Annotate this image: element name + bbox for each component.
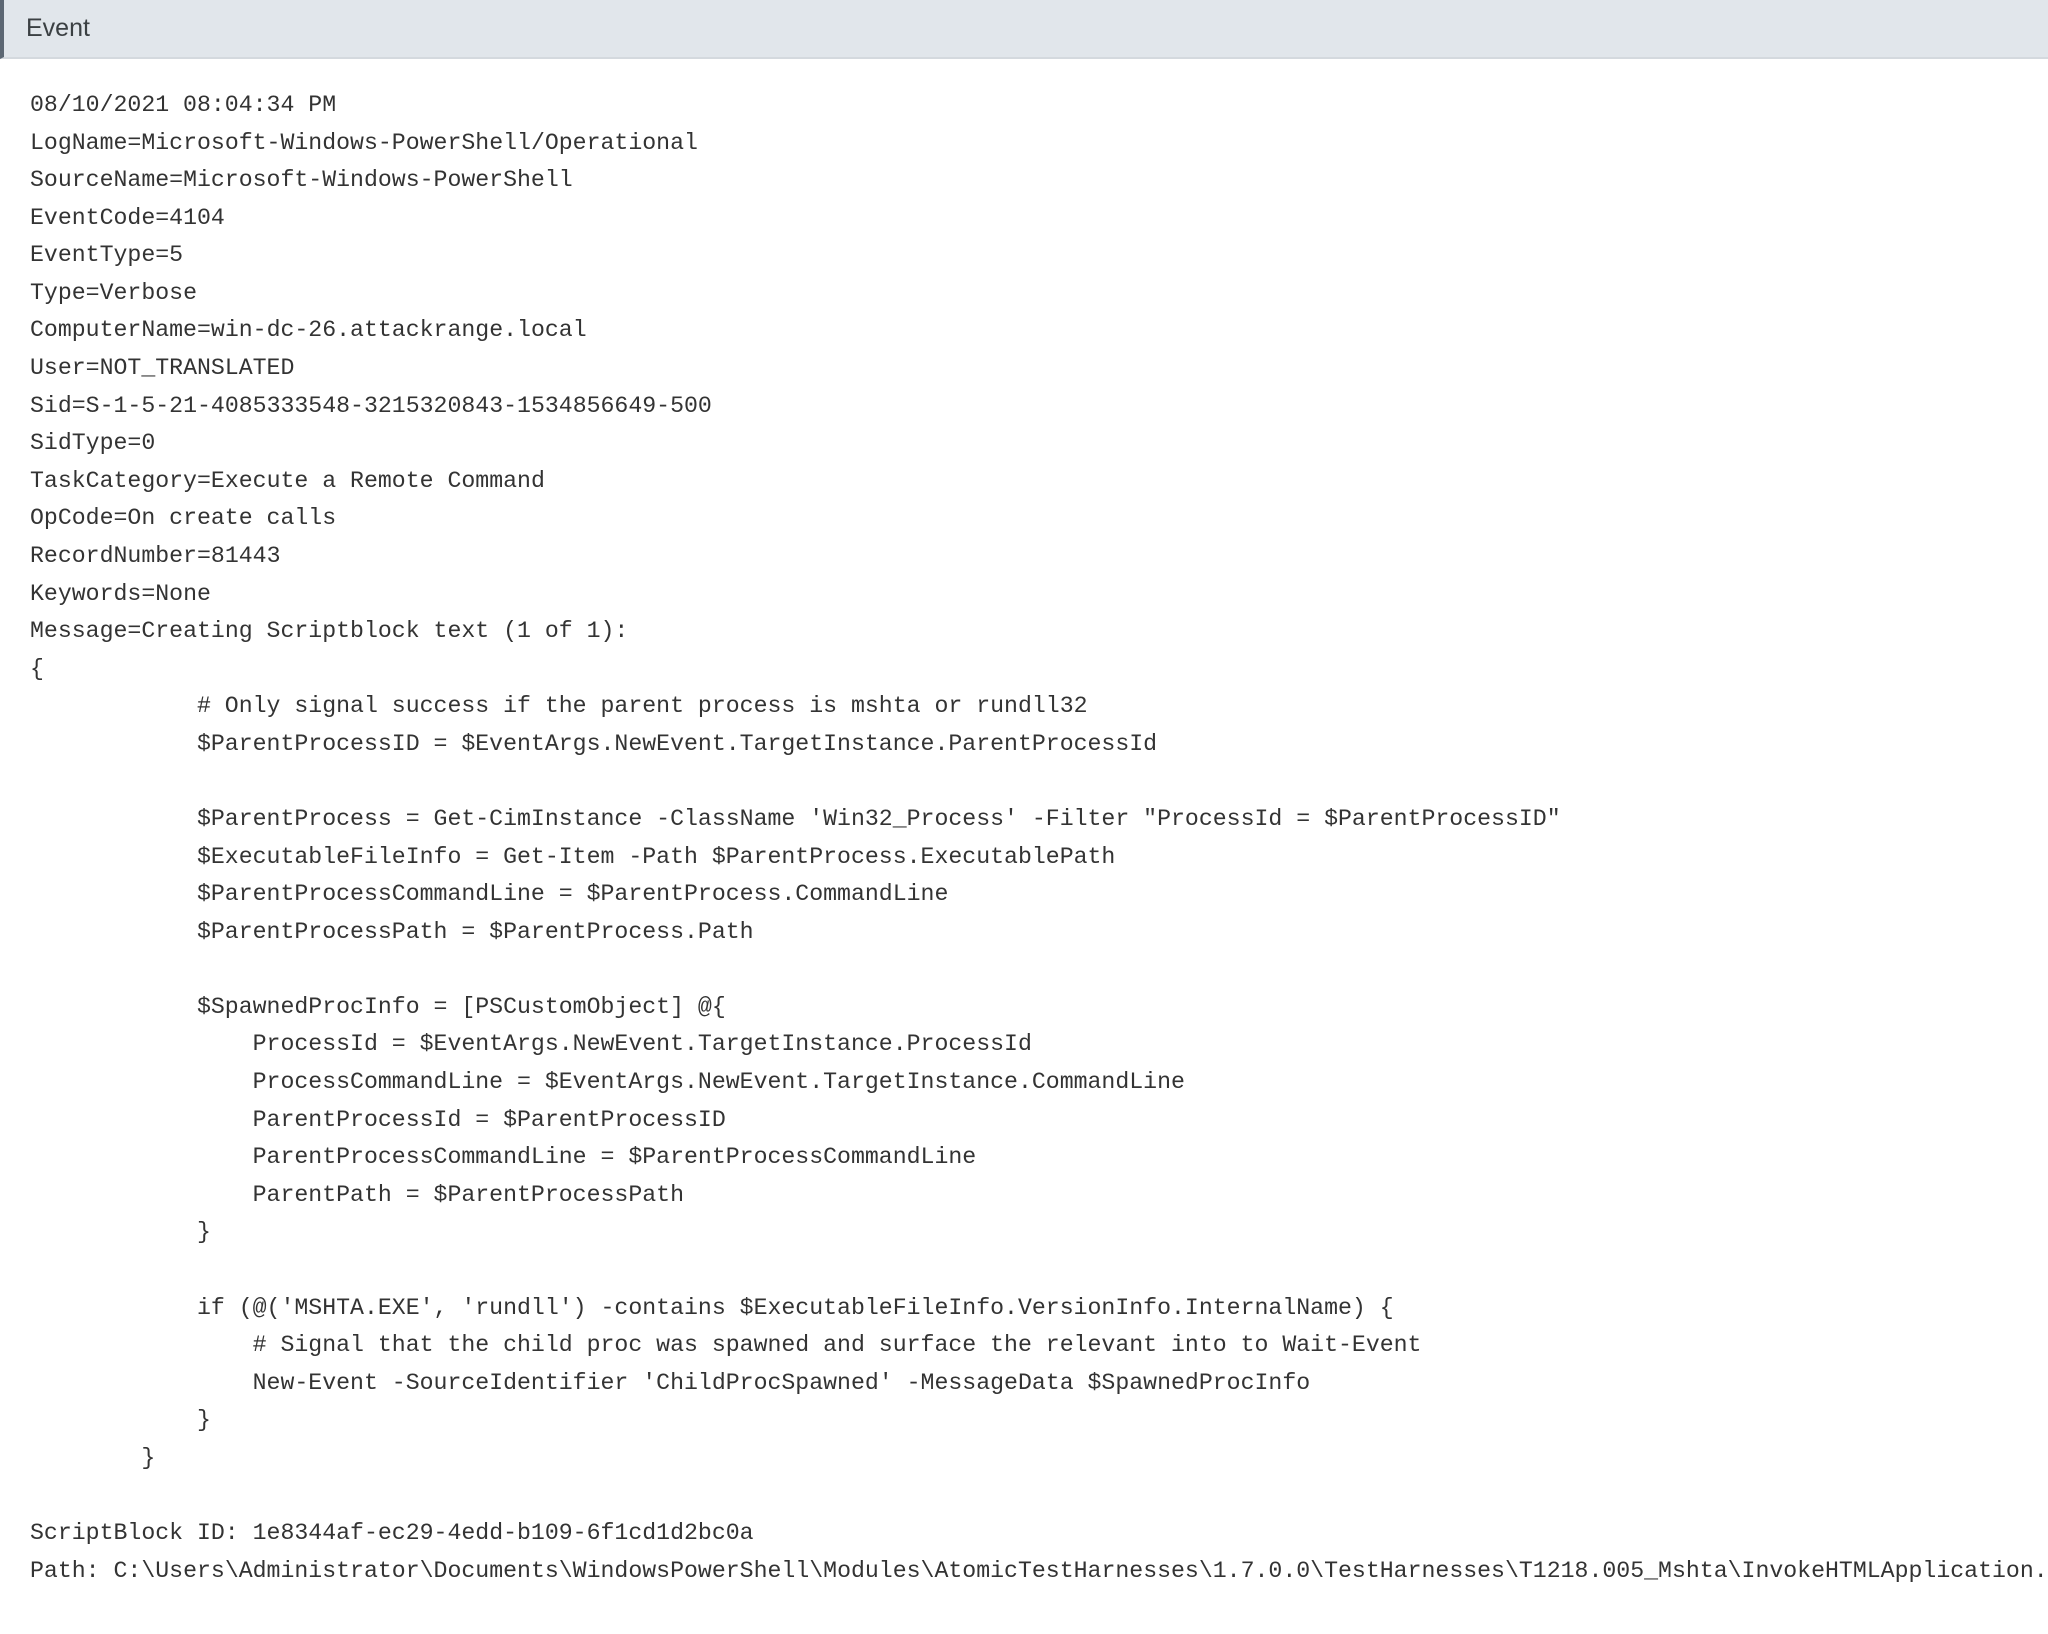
script-open-brace: { (30, 656, 44, 682)
field-recordnumber: 81443 (211, 543, 281, 569)
field-user: NOT_TRANSLATED (100, 355, 295, 381)
event-body: 08/10/2021 08:04:34 PM LogName=Microsoft… (0, 59, 2048, 1590)
field-eventtype: 5 (169, 242, 183, 268)
script-line: } (30, 1445, 155, 1471)
field-path: C:\Users\Administrator\Documents\Windows… (114, 1558, 2048, 1584)
field-sidtype: 0 (141, 430, 155, 456)
field-opcode: On create calls (127, 505, 336, 531)
field-eventcode: 4104 (169, 205, 225, 231)
script-line: if (@('MSHTA.EXE', 'rundll') -contains $… (30, 1295, 1394, 1321)
event-panel-header[interactable]: Event (0, 0, 2048, 59)
script-line: } (30, 1219, 211, 1245)
script-line: # Only signal success if the parent proc… (30, 693, 1088, 719)
event-timestamp: 08/10/2021 08:04:34 PM (30, 92, 336, 118)
field-type: Verbose (100, 280, 197, 306)
field-scriptblockid: 1e8344af-ec29-4edd-b109-6f1cd1d2bc0a (253, 1520, 754, 1546)
field-sid: S-1-5-21-4085333548-3215320843-153485664… (86, 393, 712, 419)
script-line: ProcessId = $EventArgs.NewEvent.TargetIn… (30, 1031, 1032, 1057)
field-taskcategory: Execute a Remote Command (211, 468, 545, 494)
script-line: $ParentProcessID = $EventArgs.NewEvent.T… (30, 731, 1157, 757)
script-line: } (30, 1407, 211, 1433)
script-line: $ParentProcessCommandLine = $ParentProce… (30, 881, 948, 907)
script-line: ParentProcessId = $ParentProcessID (30, 1107, 726, 1133)
field-sourcename: Microsoft-Windows-PowerShell (183, 167, 573, 193)
script-line: ParentProcessCommandLine = $ParentProces… (30, 1144, 976, 1170)
script-line: ProcessCommandLine = $EventArgs.NewEvent… (30, 1069, 1185, 1095)
field-keywords: None (155, 581, 211, 607)
script-line: $ParentProcessPath = $ParentProcess.Path (30, 919, 754, 945)
script-line: $ExecutableFileInfo = Get-Item -Path $Pa… (30, 844, 1115, 870)
field-message-header: Creating Scriptblock text (1 of 1): (141, 618, 628, 644)
script-line: New-Event -SourceIdentifier 'ChildProcSp… (30, 1370, 1310, 1396)
script-line: ParentPath = $ParentProcessPath (30, 1182, 684, 1208)
field-logname: Microsoft-Windows-PowerShell/Operational (141, 130, 698, 156)
event-panel-title: Event (26, 14, 90, 42)
script-line: $ParentProcess = Get-CimInstance -ClassN… (30, 806, 1561, 832)
field-computername: win-dc-26.attackrange.local (211, 317, 587, 343)
script-line: # Signal that the child proc was spawned… (30, 1332, 1421, 1358)
script-line: $SpawnedProcInfo = [PSCustomObject] @{ (30, 994, 726, 1020)
